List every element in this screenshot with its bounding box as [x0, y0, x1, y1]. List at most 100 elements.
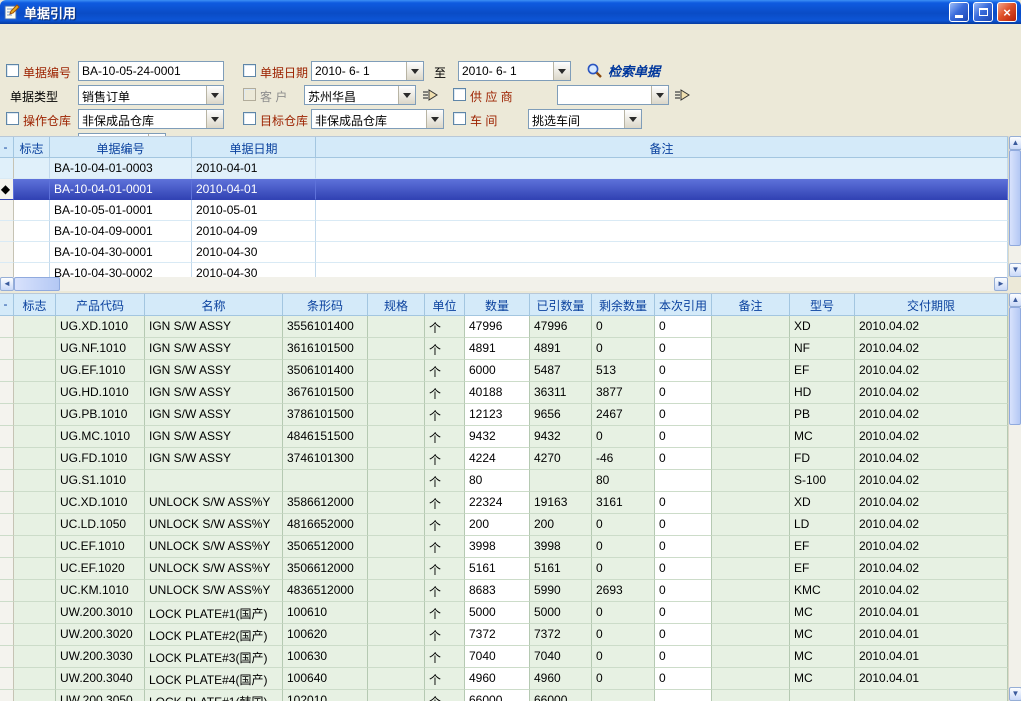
item-row[interactable]: UW.200.3030LOCK PLATE#3(国产)100630个704070…	[0, 646, 1008, 668]
item-row[interactable]: UG.FD.1010IGN S/W ASSY3746101300个4224427…	[0, 448, 1008, 470]
scroll-up-button[interactable]: ▲	[1009, 136, 1021, 150]
item-row[interactable]: UC.LD.1050UNLOCK S/W ASS%Y4816652000个200…	[0, 514, 1008, 536]
item-table-vscrollbar[interactable]: ▲ ▼	[1008, 293, 1021, 701]
scroll-right-button[interactable]: ►	[994, 277, 1008, 291]
titlebar[interactable]: 单据引用 ×	[0, 0, 1021, 24]
date-from-value: 2010- 6- 1	[315, 64, 405, 78]
item-row[interactable]: UG.XD.1010IGN S/W ASSY3556101400个4799647…	[0, 316, 1008, 338]
item-row[interactable]: UW.200.3050LOCK PLATE#1(韩国)102010个660006…	[0, 690, 1008, 701]
target-warehouse-checkbox[interactable]	[243, 112, 256, 125]
document-row[interactable]: BA-10-04-09-00012010-04-09	[0, 221, 1008, 242]
table-cell	[712, 492, 790, 514]
op-warehouse-label: 操作仓库	[23, 112, 71, 129]
table-cell	[145, 470, 283, 492]
scrollbar-track[interactable]	[60, 277, 994, 291]
doc-no-input[interactable]	[78, 61, 224, 81]
item-row[interactable]: UW.200.3010LOCK PLATE#1(国产)100610个500050…	[0, 602, 1008, 624]
scrollbar-thumb[interactable]	[14, 277, 60, 291]
document-table-vscrollbar[interactable]: ▲ ▼	[1008, 136, 1021, 277]
table-cell	[14, 690, 56, 701]
item-row[interactable]: UG.PB.1010IGN S/W ASSY3786101500个1212396…	[0, 404, 1008, 426]
table-cell: S-100	[790, 470, 855, 492]
document-row[interactable]: BA-10-04-30-00012010-04-30	[0, 242, 1008, 263]
op-warehouse-checkbox[interactable]	[6, 112, 19, 125]
item-row[interactable]: UG.EF.1010IGN S/W ASSY3506101400个6000548…	[0, 360, 1008, 382]
close-button[interactable]: ×	[997, 2, 1017, 22]
item-row[interactable]: UG.S1.1010个8080S-1002010.04.02	[0, 470, 1008, 492]
doc-no-checkbox[interactable]	[6, 64, 19, 77]
triangle-glyph	[403, 93, 411, 102]
item-row[interactable]: UC.EF.1020UNLOCK S/W ASS%Y3506612000个516…	[0, 558, 1008, 580]
scrollbar-thumb[interactable]	[1009, 150, 1021, 246]
chevron-down-icon[interactable]	[426, 110, 443, 128]
customer-checkbox[interactable]	[243, 88, 256, 101]
document-row[interactable]: BA-10-05-01-00012010-05-01	[0, 200, 1008, 221]
workshop-checkbox[interactable]	[453, 112, 466, 125]
chevron-down-icon[interactable]	[398, 86, 415, 104]
item-row[interactable]: UW.200.3020LOCK PLATE#2(国产)100620个737273…	[0, 624, 1008, 646]
chevron-down-icon[interactable]	[206, 86, 223, 104]
scroll-left-button[interactable]: ◄	[0, 277, 14, 291]
supplier-checkbox[interactable]	[453, 88, 466, 101]
table-cell: 0	[655, 558, 712, 580]
item-row[interactable]: UC.KM.1010UNLOCK S/W ASS%Y4836512000个868…	[0, 580, 1008, 602]
table-cell	[855, 690, 1008, 701]
date-to-value: 2010- 6- 1	[462, 64, 552, 78]
item-row[interactable]: UG.MC.1010IGN S/W ASSY4846151500个9432943…	[0, 426, 1008, 448]
table-cell: HD	[790, 382, 855, 404]
search-icon	[586, 62, 603, 79]
table-cell	[316, 263, 1008, 277]
maximize-button[interactable]	[973, 2, 993, 22]
chevron-down-icon[interactable]	[651, 86, 668, 104]
table-cell: BA-10-04-09-0001	[50, 221, 192, 242]
table-cell: 2010-04-09	[192, 221, 316, 242]
minimize-button[interactable]	[949, 2, 969, 22]
table-cell: 47996	[530, 316, 592, 338]
table-cell	[0, 602, 14, 624]
item-row[interactable]: UG.HD.1010IGN S/W ASSY3676101500个4018836…	[0, 382, 1008, 404]
table-cell	[14, 646, 56, 668]
chevron-down-icon[interactable]	[406, 62, 423, 80]
table-cell	[14, 492, 56, 514]
scroll-up-button[interactable]: ▲	[1009, 293, 1021, 307]
item-row[interactable]: UG.NF.1010IGN S/W ASSY3616101500个4891489…	[0, 338, 1008, 360]
chevron-down-icon[interactable]	[206, 110, 223, 128]
table-cell: 200	[530, 514, 592, 536]
scrollbar-thumb[interactable]	[1009, 307, 1021, 425]
search-docs-button[interactable]: 检索单据	[586, 61, 660, 80]
table-cell: 0	[592, 668, 655, 690]
document-row[interactable]: BA-10-04-30-00022010-04-30	[0, 263, 1008, 277]
item-row[interactable]: UC.XD.1010UNLOCK S/W ASS%Y3586612000个223…	[0, 492, 1008, 514]
item-row[interactable]: UW.200.3040LOCK PLATE#4(国产)100640个496049…	[0, 668, 1008, 690]
table-cell: 2010.04.02	[855, 492, 1008, 514]
table-cell: 4846151500	[283, 426, 368, 448]
horizontal-scrollbar[interactable]: ◄ ►	[0, 277, 1008, 291]
document-row[interactable]: BA-10-04-01-00032010-04-01	[0, 158, 1008, 179]
chevron-down-icon[interactable]	[553, 62, 570, 80]
date-to-select[interactable]: 2010- 6- 1	[458, 61, 571, 81]
doc-type-select[interactable]: 销售订单	[78, 85, 224, 105]
table-cell: 3998	[530, 536, 592, 558]
date-from-select[interactable]: 2010- 6- 1	[311, 61, 424, 81]
table-cell: 2010.04.02	[855, 448, 1008, 470]
table-cell	[712, 470, 790, 492]
column-header: 标志	[14, 294, 56, 316]
workshop-value: 挑选车间	[532, 112, 623, 129]
supplier-select[interactable]	[557, 85, 669, 105]
scroll-down-button[interactable]: ▼	[1009, 687, 1021, 701]
table-cell: 5487	[530, 360, 592, 382]
target-warehouse-select[interactable]: 非保成品仓库	[311, 109, 444, 129]
customer-select[interactable]: 苏州华昌	[304, 85, 416, 105]
item-row[interactable]: UC.EF.1010UNLOCK S/W ASS%Y3506512000个399…	[0, 536, 1008, 558]
supplier-browse-button[interactable]	[673, 86, 693, 104]
scrollbar-track[interactable]	[1009, 307, 1021, 687]
table-cell: 2010.04.02	[855, 338, 1008, 360]
scroll-down-button[interactable]: ▼	[1009, 263, 1021, 277]
document-row[interactable]: ◆BA-10-04-01-00012010-04-01	[0, 179, 1008, 200]
doc-date-checkbox[interactable]	[243, 64, 256, 77]
chevron-down-icon[interactable]	[624, 110, 641, 128]
scrollbar-track[interactable]	[1009, 150, 1021, 263]
op-warehouse-select[interactable]: 非保成品仓库	[78, 109, 224, 129]
customer-browse-button[interactable]	[421, 86, 441, 104]
workshop-select[interactable]: 挑选车间	[528, 109, 642, 129]
